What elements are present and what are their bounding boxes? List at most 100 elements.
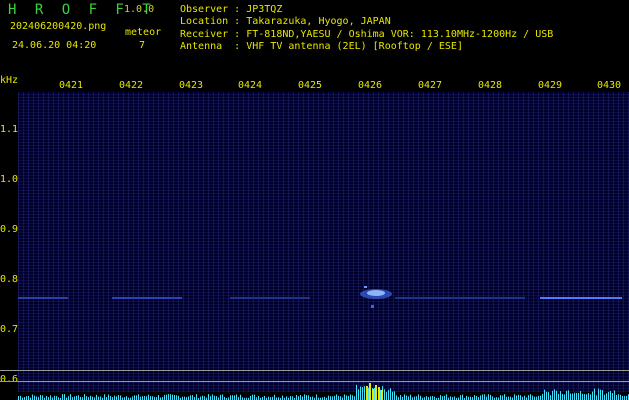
spectrum-bin [470, 396, 471, 400]
spectrum-bin [174, 395, 175, 400]
meteor-echo-tail [371, 305, 374, 308]
meteor-spectrum-bar [381, 390, 383, 400]
spectrum-bin [520, 395, 521, 400]
spectrum-bin [618, 394, 619, 400]
spectrum-bin [484, 394, 485, 400]
spectrum-bin [388, 390, 389, 400]
spectrum-bin [604, 394, 605, 400]
spectrum-bin [586, 394, 587, 400]
spectrum-bin [346, 395, 347, 400]
spectrum-bin [232, 395, 233, 400]
spectrum-bin [286, 396, 287, 400]
spectrum-bin [450, 396, 451, 400]
spectrum-bin [132, 396, 133, 400]
spectrum-bin [546, 391, 547, 400]
spectrum-bin [606, 393, 607, 400]
spectrum-bin [616, 395, 617, 400]
spectrum-bin [136, 395, 137, 400]
spectrum-bin [460, 395, 461, 400]
spectrum-bin [96, 394, 97, 400]
spectrum-bin [264, 396, 265, 400]
spectrum-bin [234, 395, 235, 400]
spectrum-bin [590, 394, 591, 400]
spectrum-strip [18, 384, 629, 400]
meteor-echo-core [367, 290, 385, 296]
spectrum-bin [32, 394, 33, 400]
spectrum-bin [558, 393, 559, 400]
spectrum-bin [252, 394, 253, 400]
spectrum-bin [332, 396, 333, 400]
spectrum-bin [566, 390, 567, 400]
spectrum-bin [348, 396, 349, 400]
spectrum-bin [200, 396, 201, 400]
spectrum-bin [352, 395, 353, 400]
spectrum-bin [440, 395, 441, 400]
spectrum-bin [168, 394, 169, 400]
spectrum-bin [552, 390, 553, 400]
meteor-echo [360, 286, 392, 308]
spectrum-bin [64, 394, 65, 400]
spectrum-bin [306, 395, 307, 400]
spectrum-bin [570, 393, 571, 400]
spectrum-bin [588, 393, 589, 400]
spectrum-bin [110, 396, 111, 400]
spectrum-bin [530, 394, 531, 400]
spectrum-bin [560, 391, 561, 400]
spectrum-bin [344, 394, 345, 400]
spectrum-bin [418, 394, 419, 400]
spectrum-bin [396, 395, 397, 400]
spectrum-bin [240, 394, 241, 400]
spectrum-bin [442, 396, 443, 400]
spectrum-bin [290, 396, 291, 400]
spectrum-bin [170, 394, 171, 400]
spectrum-bin [184, 396, 185, 400]
spectrum-bin [78, 395, 79, 400]
spectrum-bin [556, 390, 557, 400]
spectrum-bin [408, 396, 409, 400]
spectrum-bin [120, 395, 121, 400]
spectrum-bin [336, 394, 337, 400]
spectrum-bin [258, 396, 259, 400]
spectrum-bin [532, 395, 533, 400]
spectrum-bin [172, 394, 173, 400]
spectrum-bin [214, 395, 215, 400]
spectrum-bin [178, 395, 179, 400]
spectrum-bin [502, 395, 503, 400]
spectrum-bin [564, 394, 565, 400]
spectrum-bin [550, 395, 551, 400]
spectrum-bin [268, 396, 269, 400]
spectrum-bin [298, 396, 299, 400]
spectrum-bin [600, 389, 601, 400]
spectrum-bin [610, 391, 611, 400]
spectrum-bin [592, 391, 593, 400]
spectrum-bin [368, 387, 369, 400]
spectrum-bin [380, 389, 381, 400]
spectrum-bin [374, 387, 375, 400]
spectrum-bin [36, 396, 37, 400]
spectrum-bin [42, 395, 43, 400]
spectrum-bin [516, 395, 517, 400]
spectrum-bin [20, 395, 21, 400]
spectrum-bin [492, 396, 493, 400]
spectrum-bin [146, 396, 147, 400]
spectrum-bin [104, 394, 105, 400]
spectrum-bin [390, 388, 391, 400]
spectrum-bin [26, 396, 27, 400]
spectrum-bin [596, 395, 597, 400]
spectrum-bin [584, 394, 585, 400]
spectrum-bin [354, 396, 355, 400]
spectrum-bin [392, 391, 393, 400]
spectrum-bin [480, 395, 481, 400]
spectrum-bin [84, 394, 85, 400]
spectrum-bin [386, 392, 387, 400]
spectrum-bin [40, 394, 41, 400]
spectrum-bin [210, 396, 211, 400]
spectrum-bin [598, 388, 599, 400]
spectrum-bin [212, 394, 213, 400]
spectrum-bin [508, 396, 509, 400]
spectrum-bin [476, 396, 477, 400]
meteor-echo-head [364, 286, 367, 288]
spectrum-bin [568, 390, 569, 400]
spectrum-bin [594, 388, 595, 400]
spectrum-bin [316, 394, 317, 400]
